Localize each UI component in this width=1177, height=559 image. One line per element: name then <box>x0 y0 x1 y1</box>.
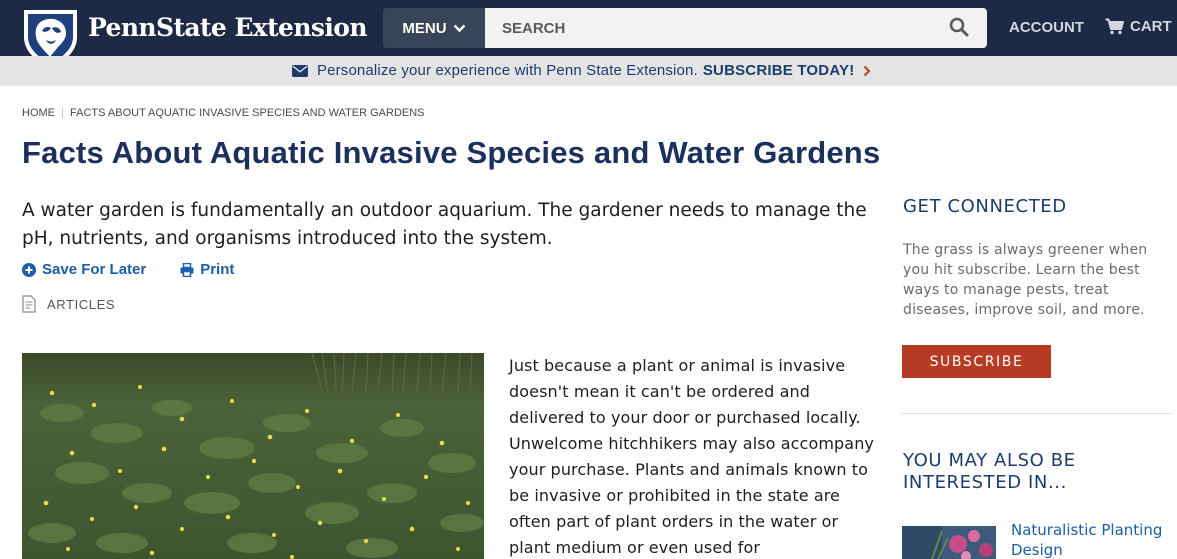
print-button[interactable]: Print <box>180 261 234 278</box>
content-type-label: ARTICLES <box>47 296 116 312</box>
article-actions: Save For Later Print <box>22 261 234 278</box>
sidebar-divider <box>902 413 1173 414</box>
chevron-right-icon[interactable] <box>863 65 871 77</box>
related-article-link[interactable]: Naturalistic Planting Design <box>1011 520 1171 559</box>
search-input[interactable] <box>485 8 935 48</box>
search-icon[interactable] <box>949 17 969 37</box>
document-icon <box>22 295 36 313</box>
water-garden-photo <box>22 353 484 559</box>
subscribe-banner: Personalize your experience with Penn St… <box>0 56 1177 86</box>
menu-button[interactable]: MENU <box>383 8 485 48</box>
top-nav-bar: PennState Extension MENU ACCOUNT CART <box>0 0 1177 68</box>
printer-icon <box>180 262 194 277</box>
related-heading: YOU MAY ALSO BE INTERESTED IN... <box>903 450 1076 493</box>
get-connected-heading: GET CONNECTED <box>903 196 1067 217</box>
breadcrumb-home-link[interactable]: HOME <box>22 107 55 119</box>
get-connected-text: The grass is always greener when you hit… <box>903 242 1148 318</box>
cart-label: CART <box>1130 18 1172 35</box>
plus-circle-icon <box>22 262 36 277</box>
search-bar <box>485 8 987 48</box>
save-for-later-button[interactable]: Save For Later <box>22 261 146 278</box>
menu-button-label: MENU <box>402 19 447 37</box>
chevron-down-icon <box>453 24 465 32</box>
article-summary: A water garden is fundamentally an outdo… <box>22 200 867 249</box>
breadcrumb-separator <box>62 108 63 118</box>
shopping-cart-icon <box>1105 18 1124 35</box>
cart-link[interactable]: CART <box>1105 18 1172 35</box>
envelope-icon <box>292 64 308 77</box>
print-label: Print <box>200 261 235 278</box>
content-type-tag: ARTICLES <box>22 295 115 313</box>
save-for-later-label: Save For Later <box>42 261 147 278</box>
article-body-text: Just because a plant or animal is invasi… <box>509 356 874 557</box>
subscribe-today-link[interactable]: SUBSCRIBE TODAY! <box>703 62 855 79</box>
breadcrumb-current: FACTS ABOUT AQUATIC INVASIVE SPECIES AND… <box>70 107 425 119</box>
banner-text: Personalize your experience with Penn St… <box>317 62 698 79</box>
breadcrumb: HOME FACTS ABOUT AQUATIC INVASIVE SPECIE… <box>22 107 425 119</box>
subscribe-button[interactable]: SUBSCRIBE <box>902 345 1051 378</box>
site-brand-name[interactable]: PennState Extension <box>88 13 368 42</box>
account-link[interactable]: ACCOUNT <box>1009 19 1084 36</box>
related-article-thumbnail[interactable] <box>902 526 996 559</box>
page-title: Facts About Aquatic Invasive Species and… <box>22 135 881 170</box>
